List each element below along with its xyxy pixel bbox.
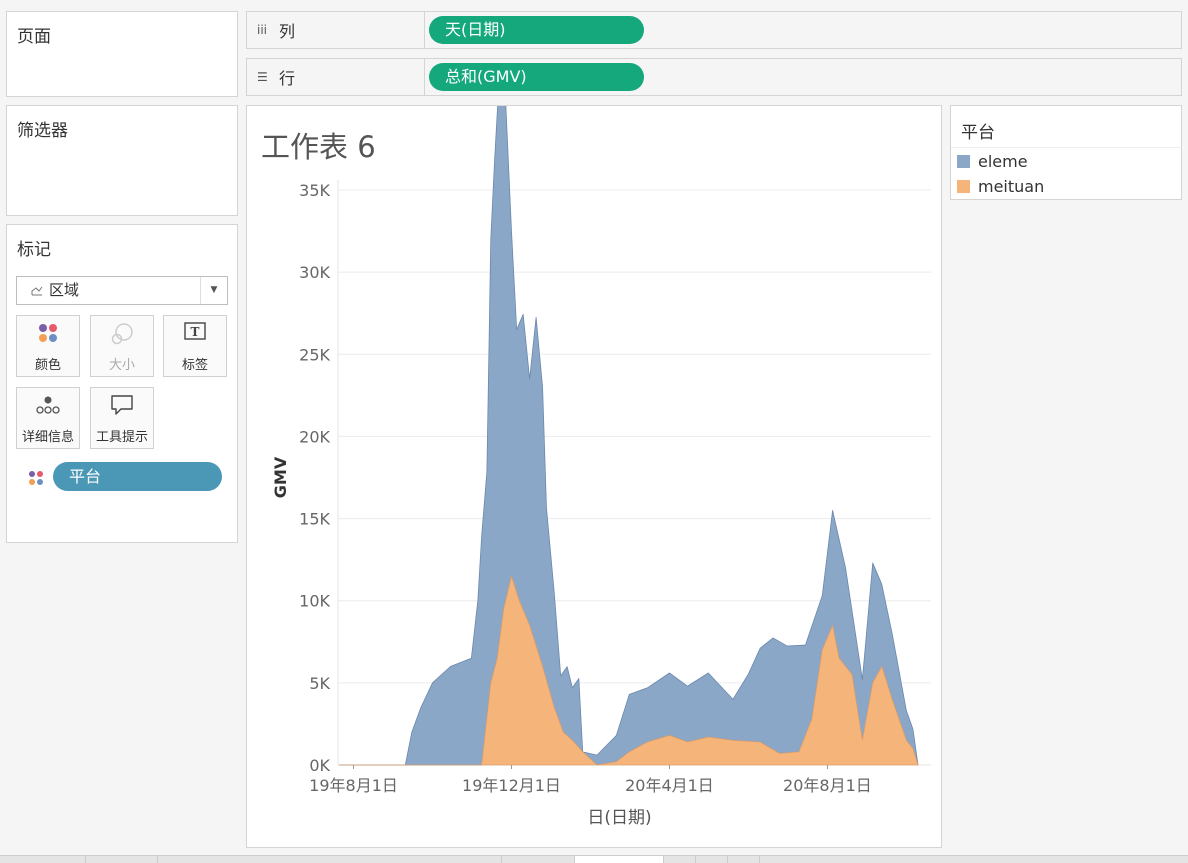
filters-card[interactable]: 筛选器 [6,105,238,216]
legend-swatch-eleme [957,155,970,168]
legend-item-meituan[interactable]: meituan [957,177,1044,196]
color-field-icon [29,471,43,485]
x-tick-label: 19年12月1日 [462,776,561,795]
tooltip-button[interactable]: 工具提示 [90,387,154,449]
size-button-label: 大小 [108,358,135,373]
x-tick-label: 20年8月1日 [783,776,872,795]
label-button[interactable]: T 标签 [163,315,227,377]
y-tick-label: 5K [309,674,330,693]
legend-header-divider [951,147,1181,148]
y-tick-label: 15K [299,510,330,529]
legend-swatch-meituan [957,180,970,193]
color-button-label: 颜色 [34,358,61,373]
x-tick-label: 20年4月1日 [625,776,714,795]
columns-shelf-header: iii 列 [247,12,425,48]
marks-card: 标记 区域 ▼ 颜色 大小 T 标签 详细信息 工具提示 平台 [6,224,238,543]
marks-title: 标记 [17,240,51,260]
legend-card: 平台 eleme meituan [950,105,1182,200]
mark-type-label: 区域 [31,277,79,304]
y-tick-label: 25K [299,345,330,364]
color-button[interactable]: 颜色 [16,315,80,377]
detail-button[interactable]: 详细信息 [16,387,80,449]
y-tick-label: 30K [299,263,330,282]
x-axis-title: 日(日期) [587,808,651,828]
pages-card: 页面 [6,11,238,97]
pages-title: 页面 [17,27,51,47]
legend-item-eleme[interactable]: eleme [957,152,1028,171]
tooltip-icon [111,395,133,415]
worksheet-view: 工作表 6 0K 5K 10K 15K 20K 25K 30K 35K 19年8月1日 19年12… [246,105,942,848]
y-tick-label: 20K [299,427,330,446]
gmv-area-chart[interactable]: 0K 5K 10K 15K 20K 25K 30K 35K 19年8月1日 19年12月1日 20年… [247,106,941,847]
tooltip-button-label: 工具提示 [95,430,148,445]
area-chart-icon [31,286,43,296]
y-tick-label: 35K [299,181,330,200]
detail-icon [36,396,60,414]
color-icon [39,324,57,342]
label-button-label: 标签 [181,358,208,373]
size-button[interactable]: 大小 [90,315,154,377]
legend-label-meituan: meituan [978,177,1045,196]
svg-text:T: T [191,325,200,339]
size-icon [111,323,133,345]
columns-field-pill[interactable]: 天(日期) [429,16,644,44]
x-tick-label: 19年8月1日 [309,776,398,795]
columns-icon: iii [257,23,268,37]
platform-field-pill[interactable]: 平台 [53,462,222,491]
label-icon: T [184,322,206,340]
filters-title: 筛选器 [17,121,68,141]
detail-button-label: 详细信息 [21,430,74,445]
y-tick-label: 10K [299,592,330,611]
rows-shelf[interactable]: ☰ 行 总和(GMV) [246,58,1182,96]
rows-field-pill[interactable]: 总和(GMV) [429,63,644,91]
y-tick-label: 0K [309,756,330,775]
y-axis-title: GMV [271,456,290,498]
mark-type-text: 区域 [49,281,80,299]
mark-type-dropdown[interactable]: 区域 ▼ [16,276,228,305]
rows-shelf-label: 行 [279,69,296,88]
rows-icon: ☰ [257,70,268,84]
legend-label-eleme: eleme [978,152,1028,171]
columns-shelf-label: 列 [279,22,296,41]
columns-shelf[interactable]: iii 列 天(日期) [246,11,1182,49]
rows-shelf-header: ☰ 行 [247,59,425,95]
chevron-down-icon[interactable]: ▼ [200,277,227,304]
legend-title: 平台 [961,123,995,143]
